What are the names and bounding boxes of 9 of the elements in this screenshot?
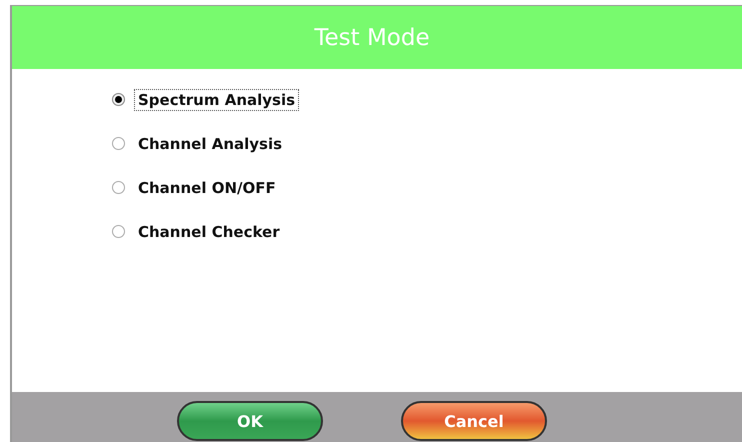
radio-button[interactable] [112,137,125,150]
radio-button[interactable] [112,181,125,194]
radio-button[interactable] [112,93,125,106]
window-title: Test Mode [314,24,430,50]
option-label[interactable]: Spectrum Analysis [134,88,300,110]
option-label[interactable]: Channel Checker [134,220,284,242]
option-label[interactable]: Channel ON/OFF [134,176,280,198]
radio-button[interactable] [112,225,125,238]
option-label[interactable]: Channel Analysis [134,132,286,154]
